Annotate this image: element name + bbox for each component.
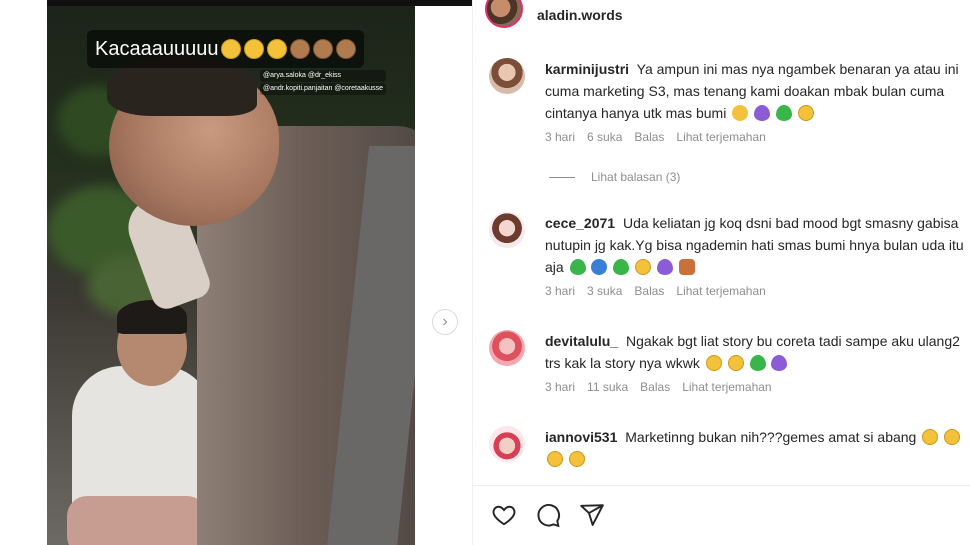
- comment-likes[interactable]: 11 suka: [587, 380, 628, 394]
- comment-time[interactable]: 3 hari: [545, 130, 575, 144]
- comment-meta: 3 hari 6 suka Balas Lihat terjemahan: [545, 130, 766, 144]
- post-header: aladin.words: [485, 0, 623, 30]
- media-area: Kacaaauuuuu @arya.saloka @dr_ekiss @andr…: [0, 0, 472, 545]
- comment-likes[interactable]: 3 suka: [587, 284, 622, 298]
- comment-username[interactable]: devitalulu_: [545, 333, 618, 349]
- post-username[interactable]: aladin.words: [537, 7, 623, 23]
- smiling-emoji-icon: [635, 259, 652, 275]
- reply-divider-line: [549, 176, 575, 178]
- grinning-sweat-emoji-icon: [727, 355, 744, 371]
- story-tag[interactable]: @arya.saloka @dr_ekiss: [260, 70, 387, 82]
- chevron-right-icon: ›: [442, 313, 448, 330]
- avatar[interactable]: [489, 330, 525, 366]
- reply-button[interactable]: Balas: [634, 284, 664, 298]
- heart-icon[interactable]: [491, 502, 517, 528]
- purple-heart-icon: [771, 355, 788, 371]
- story-caption: Kacaaauuuuu: [87, 30, 365, 68]
- avatar[interactable]: [489, 212, 525, 248]
- grinning-sweat-emoji-icon: [922, 429, 939, 445]
- avatar[interactable]: [485, 0, 523, 28]
- comment-meta: 3 hari 11 suka Balas Lihat terjemahan: [545, 380, 772, 394]
- green-heart-icon: [569, 259, 586, 275]
- comment-icon[interactable]: [535, 502, 561, 528]
- grinning-sweat-emoji-icon: [944, 429, 961, 445]
- purple-heart-icon: [754, 105, 771, 121]
- translate-button[interactable]: Lihat terjemahan: [676, 284, 765, 298]
- comment-text: cece_2071 Uda keliatan jg koq dsni bad m…: [545, 215, 964, 275]
- laughing-emoji-icon: [244, 39, 265, 59]
- green-heart-icon: [776, 105, 792, 121]
- translate-button[interactable]: Lihat terjemahan: [676, 130, 765, 144]
- comment-likes[interactable]: 6 suka: [587, 130, 622, 144]
- story-tags: @arya.saloka @dr_ekiss @andr.kopiti.panj…: [260, 70, 387, 96]
- see-no-evil-monkey-icon: [313, 39, 334, 59]
- comments-panel: aladin.words karminijustri Ya ampun ini …: [472, 0, 970, 545]
- avatar[interactable]: [489, 58, 525, 94]
- comment-text: iannovi531 Marketinng bukan nih???gemes …: [545, 426, 965, 470]
- hugging-emoji-icon: [732, 105, 749, 121]
- laughing-emoji-icon: [221, 39, 242, 59]
- view-replies-button[interactable]: Lihat balasan (3): [549, 170, 680, 184]
- comment-username[interactable]: iannovi531: [545, 429, 617, 445]
- story-image: Kacaaauuuuu @arya.saloka @dr_ekiss @andr…: [47, 6, 415, 545]
- comment-time[interactable]: 3 hari: [545, 284, 575, 298]
- couple-icon: [679, 259, 696, 275]
- see-no-evil-monkey-icon: [336, 39, 357, 59]
- green-heart-icon: [613, 259, 630, 275]
- post-actions: [491, 502, 605, 528]
- reply-button[interactable]: Balas: [640, 380, 670, 394]
- globe-icon: [591, 259, 608, 275]
- story-tag[interactable]: @andr.kopiti.panjaitan @coretaakusse: [260, 83, 387, 95]
- grinning-sweat-emoji-icon: [547, 451, 563, 467]
- green-heart-icon: [749, 355, 766, 371]
- comment-username[interactable]: cece_2071: [545, 215, 615, 231]
- actions-divider: [473, 485, 970, 486]
- laughing-emoji-icon: [705, 355, 722, 371]
- avatar[interactable]: [489, 426, 525, 462]
- grinning-sweat-emoji-icon: [568, 451, 585, 467]
- see-no-evil-monkey-icon: [290, 39, 311, 59]
- comment-text: karminijustri Ya ampun ini mas nya ngamb…: [545, 61, 959, 121]
- comment-time[interactable]: 3 hari: [545, 380, 575, 394]
- laughing-emoji-icon: [267, 39, 288, 59]
- comment-meta: 3 hari 3 suka Balas Lihat terjemahan: [545, 284, 766, 298]
- reply-button[interactable]: Balas: [634, 130, 664, 144]
- comment-username[interactable]: karminijustri: [545, 61, 629, 77]
- translate-button[interactable]: Lihat terjemahan: [682, 380, 771, 394]
- heart-eyes-emoji-icon: [797, 105, 814, 121]
- purple-heart-icon: [657, 259, 674, 275]
- share-icon[interactable]: [579, 502, 605, 528]
- comment-text: devitalulu_ Ngakak bgt liat story bu cor…: [545, 333, 960, 371]
- next-slide-button[interactable]: ›: [432, 309, 458, 335]
- background-person: [62, 300, 212, 545]
